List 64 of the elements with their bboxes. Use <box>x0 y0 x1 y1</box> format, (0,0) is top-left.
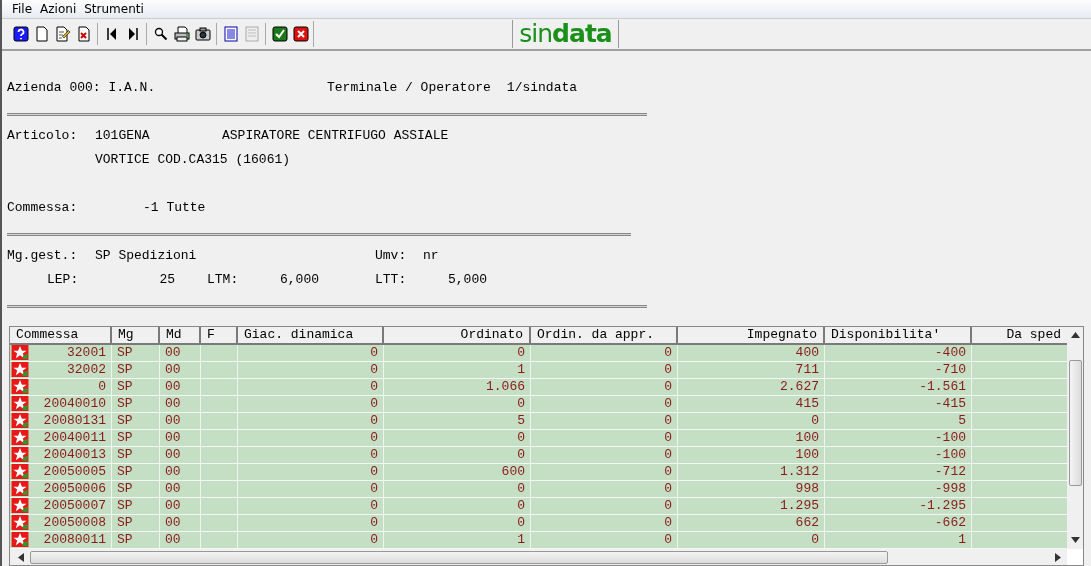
table-cell: 20050005 <box>43 463 106 480</box>
menu-item[interactable]: File <box>8 1 37 16</box>
company-text: Azienda 000: I.A.N. <box>7 80 156 96</box>
field-value: 5,000 <box>448 272 487 288</box>
logo: sindata <box>519 19 612 49</box>
article-code: 101GENA <box>95 128 150 144</box>
article-description: ASPIRATORE CENTRIFUGO ASSIALE <box>222 128 449 144</box>
scrollbar-thumb[interactable] <box>30 550 888 564</box>
table-cell: 20080011 <box>43 531 106 548</box>
field-label: LTM: <box>207 272 239 288</box>
scroll-up-icon[interactable] <box>1070 331 1080 338</box>
cancel-icon <box>292 25 309 42</box>
table-cell: 20050007 <box>43 497 106 514</box>
table-cell: 20080131 <box>43 412 106 429</box>
table-cell: 20050008 <box>43 514 106 531</box>
column-header[interactable]: Commessa <box>10 326 112 345</box>
delete-document-icon <box>75 25 92 42</box>
menu-item[interactable]: Azioni <box>36 1 81 16</box>
field-label: Umv: <box>375 248 407 264</box>
column-header[interactable]: Ordin. da appr. <box>531 326 678 345</box>
field-label: LTT: <box>375 272 407 288</box>
article-description: VORTICE COD.CA315 (16061) <box>95 152 291 168</box>
field-label: Commessa: <box>7 200 78 216</box>
terminal-value: 1/sindata <box>506 80 578 96</box>
table-cell: 0 <box>98 378 106 395</box>
column-header[interactable]: Da sped <box>972 326 1067 345</box>
menu-item[interactable]: Strumenti <box>80 1 148 16</box>
column-header[interactable]: F <box>201 326 238 345</box>
column-header[interactable]: Disponibilita' <box>825 326 972 345</box>
column-header[interactable]: Impegnato <box>678 326 825 345</box>
scroll-down-icon[interactable] <box>1070 537 1080 543</box>
field-value: -1 Tutte <box>143 200 206 216</box>
edit-document-icon <box>54 25 71 42</box>
field-label: Mg.gest.: <box>7 248 78 264</box>
confirm-icon <box>271 25 288 42</box>
printer-icon <box>173 25 190 42</box>
scroll-left-icon[interactable] <box>18 552 24 562</box>
field-label: LEP: <box>47 272 79 288</box>
field-value: SP Spedizioni <box>95 248 197 264</box>
field-label: Articolo: <box>7 128 78 144</box>
camera-icon <box>194 25 211 42</box>
column-header[interactable]: Giac. dinamica <box>238 326 384 345</box>
table-cell: 20050006 <box>43 480 106 497</box>
table-cell: 32001 <box>67 344 106 361</box>
scrollbar-thumb[interactable] <box>1068 359 1082 486</box>
table-cell: 20040011 <box>43 429 106 446</box>
horizontal-scrollbar[interactable] <box>10 549 1067 565</box>
vertical-scrollbar[interactable] <box>1067 326 1083 549</box>
column-header[interactable]: Mg <box>112 326 160 345</box>
table-cell: 20040013 <box>43 446 106 463</box>
list-icon <box>222 25 239 42</box>
terminal-label: Terminale / Operatore <box>327 80 491 96</box>
search-icon <box>152 25 169 42</box>
new-document-icon <box>33 25 50 42</box>
field-value: 6,000 <box>280 272 319 288</box>
column-header[interactable]: Ordinato <box>384 326 531 345</box>
column-header[interactable]: Md <box>160 326 201 345</box>
help-icon <box>12 25 29 42</box>
list-icon <box>243 25 260 42</box>
table-cell: 32002 <box>67 361 106 378</box>
field-value: nr <box>423 248 439 264</box>
table-cell: 20040010 <box>43 395 106 412</box>
scroll-right-icon[interactable] <box>1055 552 1061 562</box>
field-value: 25 <box>159 272 175 288</box>
